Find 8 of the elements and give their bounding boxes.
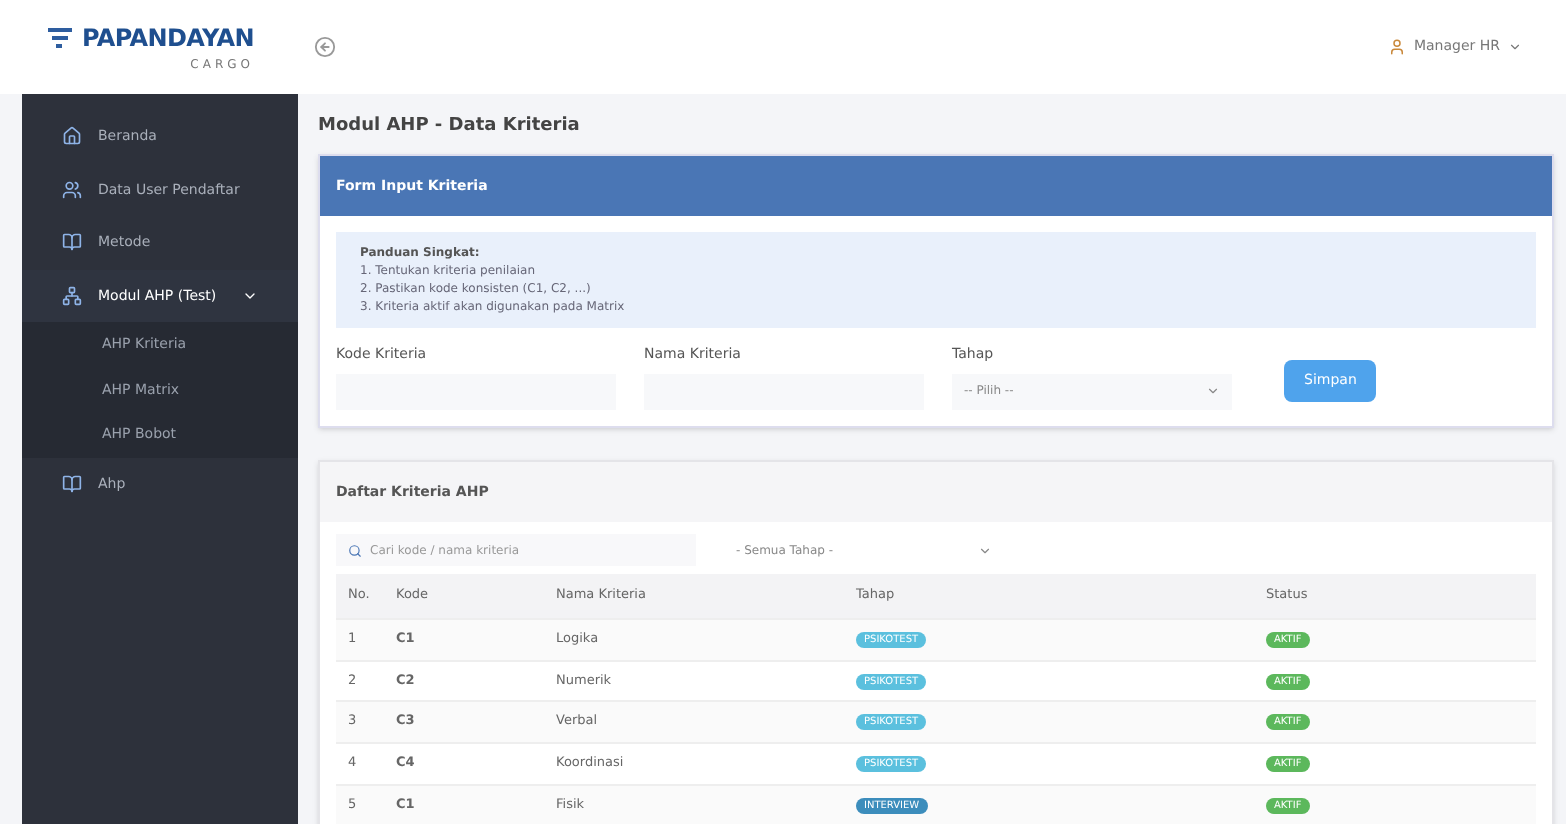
user-avatar-icon <box>1387 38 1406 56</box>
logo-mark-icon <box>46 28 75 48</box>
chevron-down-icon <box>1508 40 1522 54</box>
page-title: Modul AHP - Data Kriteria <box>318 114 582 140</box>
search-icon <box>348 543 362 557</box>
chevron-down-icon <box>1206 384 1220 398</box>
collapse-sidebar-icon[interactable] <box>314 36 336 58</box>
chevron-down-icon <box>978 543 992 557</box>
